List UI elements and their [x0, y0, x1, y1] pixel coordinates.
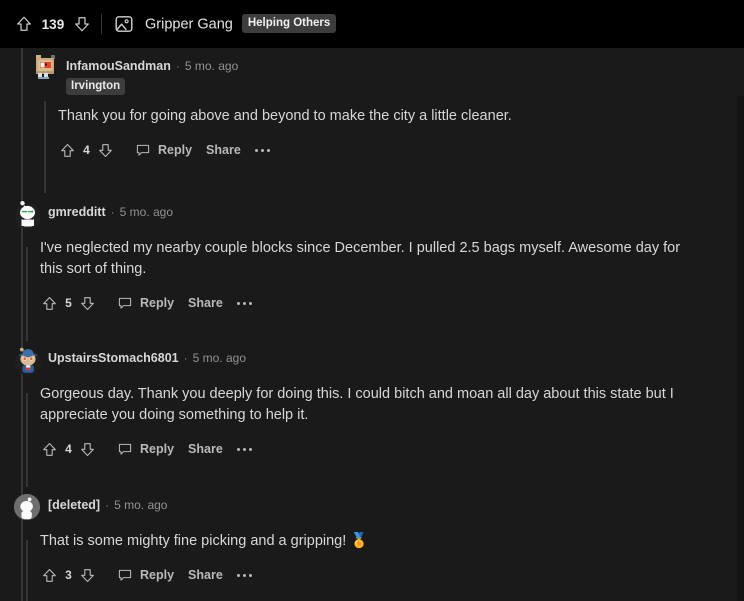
share-label: Share	[188, 568, 223, 582]
comment-score: 4	[83, 143, 90, 157]
comment-bubble-icon	[115, 440, 134, 459]
more-options-icon[interactable]	[236, 301, 252, 305]
comment-header: UpstairsStomach6801 · 5 mo. ago	[14, 347, 724, 375]
thread-collapse-rail[interactable]	[26, 540, 28, 601]
comment-timestamp: 5 mo. ago	[184, 59, 239, 73]
upvote-arrow-icon[interactable]	[40, 566, 59, 585]
vertical-scrollbar[interactable]	[737, 96, 744, 601]
thread-collapse-rail[interactable]	[44, 101, 46, 193]
reply-label: Reply	[158, 143, 193, 157]
reply-button[interactable]: Reply	[115, 294, 174, 313]
reply-label: Reply	[140, 442, 175, 456]
reply-button[interactable]: Reply	[133, 141, 192, 160]
upvote-arrow-icon[interactable]	[58, 141, 77, 160]
avatar[interactable]	[14, 347, 41, 375]
comment-item: InfamouSandman · 5 mo. ago Irvington Tha…	[32, 55, 722, 193]
comment-item: [deleted] · 5 mo. ago That is some might…	[14, 494, 724, 601]
downvote-arrow-icon[interactable]	[78, 294, 97, 313]
comment-body: I've neglected my nearby couple blocks s…	[40, 240, 685, 277]
comment-vote-group: 5	[40, 294, 97, 313]
share-button[interactable]: Share	[188, 568, 223, 582]
avatar[interactable]	[32, 55, 58, 81]
comment-list: InfamouSandman · 5 mo. ago Irvington Tha…	[0, 48, 744, 601]
post-header-bar: 139 Gripper Gang Helping Others	[0, 0, 744, 48]
reply-label: Reply	[140, 568, 175, 582]
share-button[interactable]: Share	[188, 296, 223, 310]
comment-header: InfamouSandman · 5 mo. ago Irvington	[32, 55, 722, 95]
comment-bubble-icon	[133, 141, 152, 160]
avatar[interactable]	[14, 494, 40, 520]
reply-button[interactable]: Reply	[115, 440, 174, 459]
comment-action-bar: 4 Reply Share	[40, 436, 724, 462]
comment-body: That is some mighty fine picking and a g…	[40, 533, 369, 549]
comment-header: gmredditt · 5 mo. ago	[14, 201, 724, 229]
avatar[interactable]	[14, 201, 41, 229]
comment-timestamp: 5 mo. ago	[119, 205, 174, 219]
post-flair-badge[interactable]: Helping Others	[241, 13, 337, 33]
post-vote-count: 139	[41, 16, 65, 32]
header-divider	[101, 14, 102, 34]
more-options-icon[interactable]	[236, 573, 252, 577]
comment-meta: UpstairsStomach6801 · 5 mo. ago	[48, 347, 246, 365]
comment-body: Thank you for going above and beyond to …	[58, 108, 512, 124]
comment-bubble-icon	[115, 294, 134, 313]
comment-meta: gmredditt · 5 mo. ago	[48, 201, 173, 219]
user-flair-badge: Irvington	[66, 78, 126, 95]
comment-author: [deleted]	[48, 498, 101, 512]
upvote-arrow-icon[interactable]	[14, 14, 34, 34]
share-button[interactable]: Share	[188, 442, 223, 456]
comment-action-bar: 4 Reply Share	[58, 137, 722, 163]
upvote-arrow-icon[interactable]	[40, 440, 59, 459]
comment-vote-group: 4	[40, 440, 97, 459]
comment-vote-group: 4	[58, 141, 115, 160]
comment-score: 5	[65, 296, 72, 310]
reply-label: Reply	[140, 296, 175, 310]
comment-author[interactable]: gmredditt	[48, 205, 106, 219]
comment-score: 3	[65, 568, 72, 582]
meta-separator: ·	[105, 498, 110, 512]
more-options-icon[interactable]	[254, 148, 270, 152]
meta-separator: ·	[110, 205, 115, 219]
comment-body: Gorgeous day. Thank you deeply for doing…	[40, 386, 678, 423]
post-vote-group: 139	[14, 8, 92, 40]
comment-action-bar: 5 Reply Share	[40, 290, 724, 316]
comment-action-bar: 3 Reply Share	[40, 562, 724, 588]
comment-author[interactable]: InfamouSandman	[66, 59, 171, 73]
thread-collapse-rail[interactable]	[26, 247, 28, 341]
more-options-icon[interactable]	[236, 447, 252, 451]
post-title[interactable]: Gripper Gang	[145, 16, 233, 32]
downvote-arrow-icon[interactable]	[96, 141, 115, 160]
share-label: Share	[206, 143, 241, 157]
share-label: Share	[188, 296, 223, 310]
comment-timestamp: 5 mo. ago	[114, 498, 168, 512]
comment-bubble-icon	[115, 566, 134, 585]
comment-score: 4	[65, 442, 72, 456]
upvote-arrow-icon[interactable]	[40, 294, 59, 313]
reply-button[interactable]: Reply	[115, 566, 174, 585]
image-icon[interactable]	[113, 14, 134, 35]
comment-meta: [deleted] · 5 mo. ago	[48, 494, 167, 512]
share-button[interactable]: Share	[206, 143, 241, 157]
meta-separator: ·	[175, 59, 180, 73]
downvote-arrow-icon[interactable]	[72, 14, 92, 34]
downvote-arrow-icon[interactable]	[78, 566, 97, 585]
share-label: Share	[188, 442, 223, 456]
comment-timestamp: 5 mo. ago	[192, 351, 246, 365]
meta-separator: ·	[183, 351, 188, 365]
comment-vote-group: 3	[40, 566, 97, 585]
comment-item: gmredditt · 5 mo. ago I've neglected my …	[14, 201, 724, 341]
comment-meta: InfamouSandman · 5 mo. ago Irvington	[66, 55, 238, 95]
post-title-group: Gripper Gang Helping Others	[145, 13, 337, 34]
comment-header: [deleted] · 5 mo. ago	[14, 494, 724, 520]
thread-collapse-rail[interactable]	[26, 393, 28, 487]
downvote-arrow-icon[interactable]	[78, 440, 97, 459]
comment-author[interactable]: UpstairsStomach6801	[48, 351, 179, 365]
comment-item: UpstairsStomach6801 · 5 mo. ago Gorgeous…	[14, 347, 724, 487]
